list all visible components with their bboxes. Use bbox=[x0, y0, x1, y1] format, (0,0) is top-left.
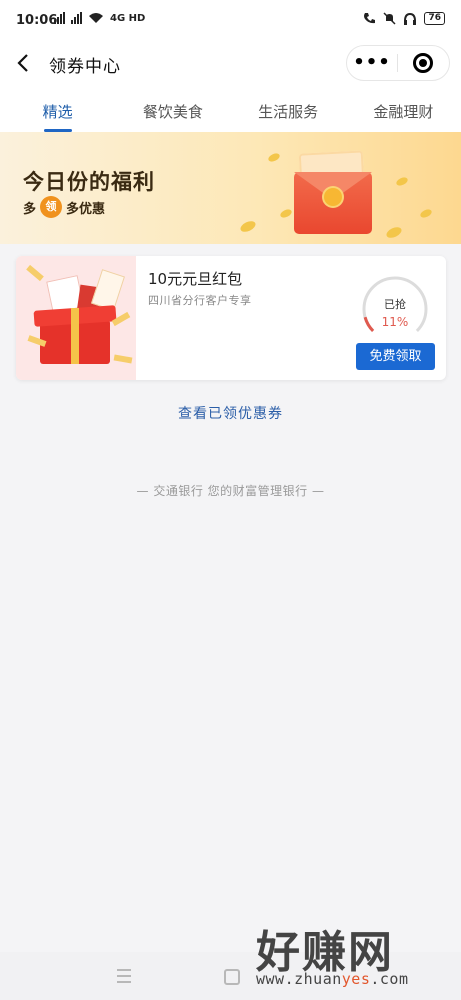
back-arrow-icon[interactable] bbox=[14, 52, 34, 74]
tab-featured[interactable]: 精选 bbox=[0, 88, 115, 132]
gift-box-image bbox=[16, 256, 136, 380]
page-title: 领券中心 bbox=[49, 57, 121, 77]
coupon-title: 10元元旦红包 bbox=[148, 270, 243, 288]
red-envelope-icon bbox=[294, 150, 372, 234]
bank-slogan: — 交通银行 您的财富管理银行 — bbox=[136, 484, 325, 498]
gold-leaf-icon bbox=[419, 207, 433, 220]
status-time: 10:06 bbox=[16, 13, 58, 28]
progress-percent: 11% bbox=[381, 315, 409, 329]
gold-leaf-icon bbox=[395, 175, 409, 188]
claimed-progress-gauge: 已抢 11% bbox=[360, 274, 430, 344]
mute-icon bbox=[383, 12, 396, 25]
watermark-url: www.zhuanyes.com bbox=[256, 970, 409, 988]
banner-sub-suffix: 多优惠 bbox=[66, 201, 106, 217]
network-label: 4G HD bbox=[110, 12, 146, 24]
gold-leaf-icon bbox=[267, 151, 281, 164]
category-tabs: 精选 餐饮美食 生活服务 金融理财 bbox=[0, 88, 461, 132]
menu-icon[interactable] bbox=[117, 969, 131, 987]
view-claimed-coupons-link[interactable]: 查看已领优惠券 bbox=[0, 403, 461, 423]
banner-badge: 领 bbox=[40, 196, 63, 218]
close-button[interactable] bbox=[398, 53, 448, 73]
call-icon bbox=[364, 13, 376, 24]
gold-leaf-icon bbox=[384, 225, 404, 240]
headphone-icon bbox=[404, 12, 417, 25]
signal-icon bbox=[54, 12, 65, 24]
claim-free-button[interactable]: 免费领取 bbox=[356, 343, 435, 370]
coupon-card: 10元元旦红包 四川省分行客户专享 已抢 11% 免费领取 bbox=[16, 256, 446, 380]
watermark: 好赚网 www.zhuanyes.com bbox=[256, 916, 456, 990]
home-icon[interactable] bbox=[224, 969, 240, 985]
battery-icon: 76 bbox=[424, 12, 445, 25]
progress-label: 已抢 bbox=[384, 298, 406, 311]
gold-leaf-icon bbox=[238, 219, 258, 234]
more-dots-icon[interactable]: ••• bbox=[347, 54, 397, 72]
top-navbar: 领券中心 ••• bbox=[0, 42, 461, 88]
status-bar: 10:06 4G HD 76 bbox=[0, 0, 461, 42]
tab-dining[interactable]: 餐饮美食 bbox=[115, 88, 230, 132]
tab-finance[interactable]: 金融理财 bbox=[346, 88, 461, 132]
close-target-icon bbox=[413, 53, 433, 73]
gold-leaf-icon bbox=[279, 207, 293, 220]
signal-icon bbox=[71, 12, 82, 24]
banner-sub-prefix: 多 bbox=[23, 201, 37, 217]
welfare-banner[interactable]: 今日份的福利 多 领 多优惠 bbox=[0, 132, 461, 244]
banner-subtitle: 多 领 多优惠 bbox=[23, 196, 105, 218]
status-right-icons: 76 bbox=[363, 12, 445, 25]
status-left-icons: 4G HD bbox=[54, 12, 145, 24]
coupon-subtitle: 四川省分行客户专享 bbox=[148, 294, 252, 307]
tab-life-services[interactable]: 生活服务 bbox=[231, 88, 346, 132]
mini-program-capsule: ••• bbox=[346, 45, 450, 81]
banner-title: 今日份的福利 bbox=[23, 170, 155, 194]
wifi-icon bbox=[89, 13, 103, 23]
